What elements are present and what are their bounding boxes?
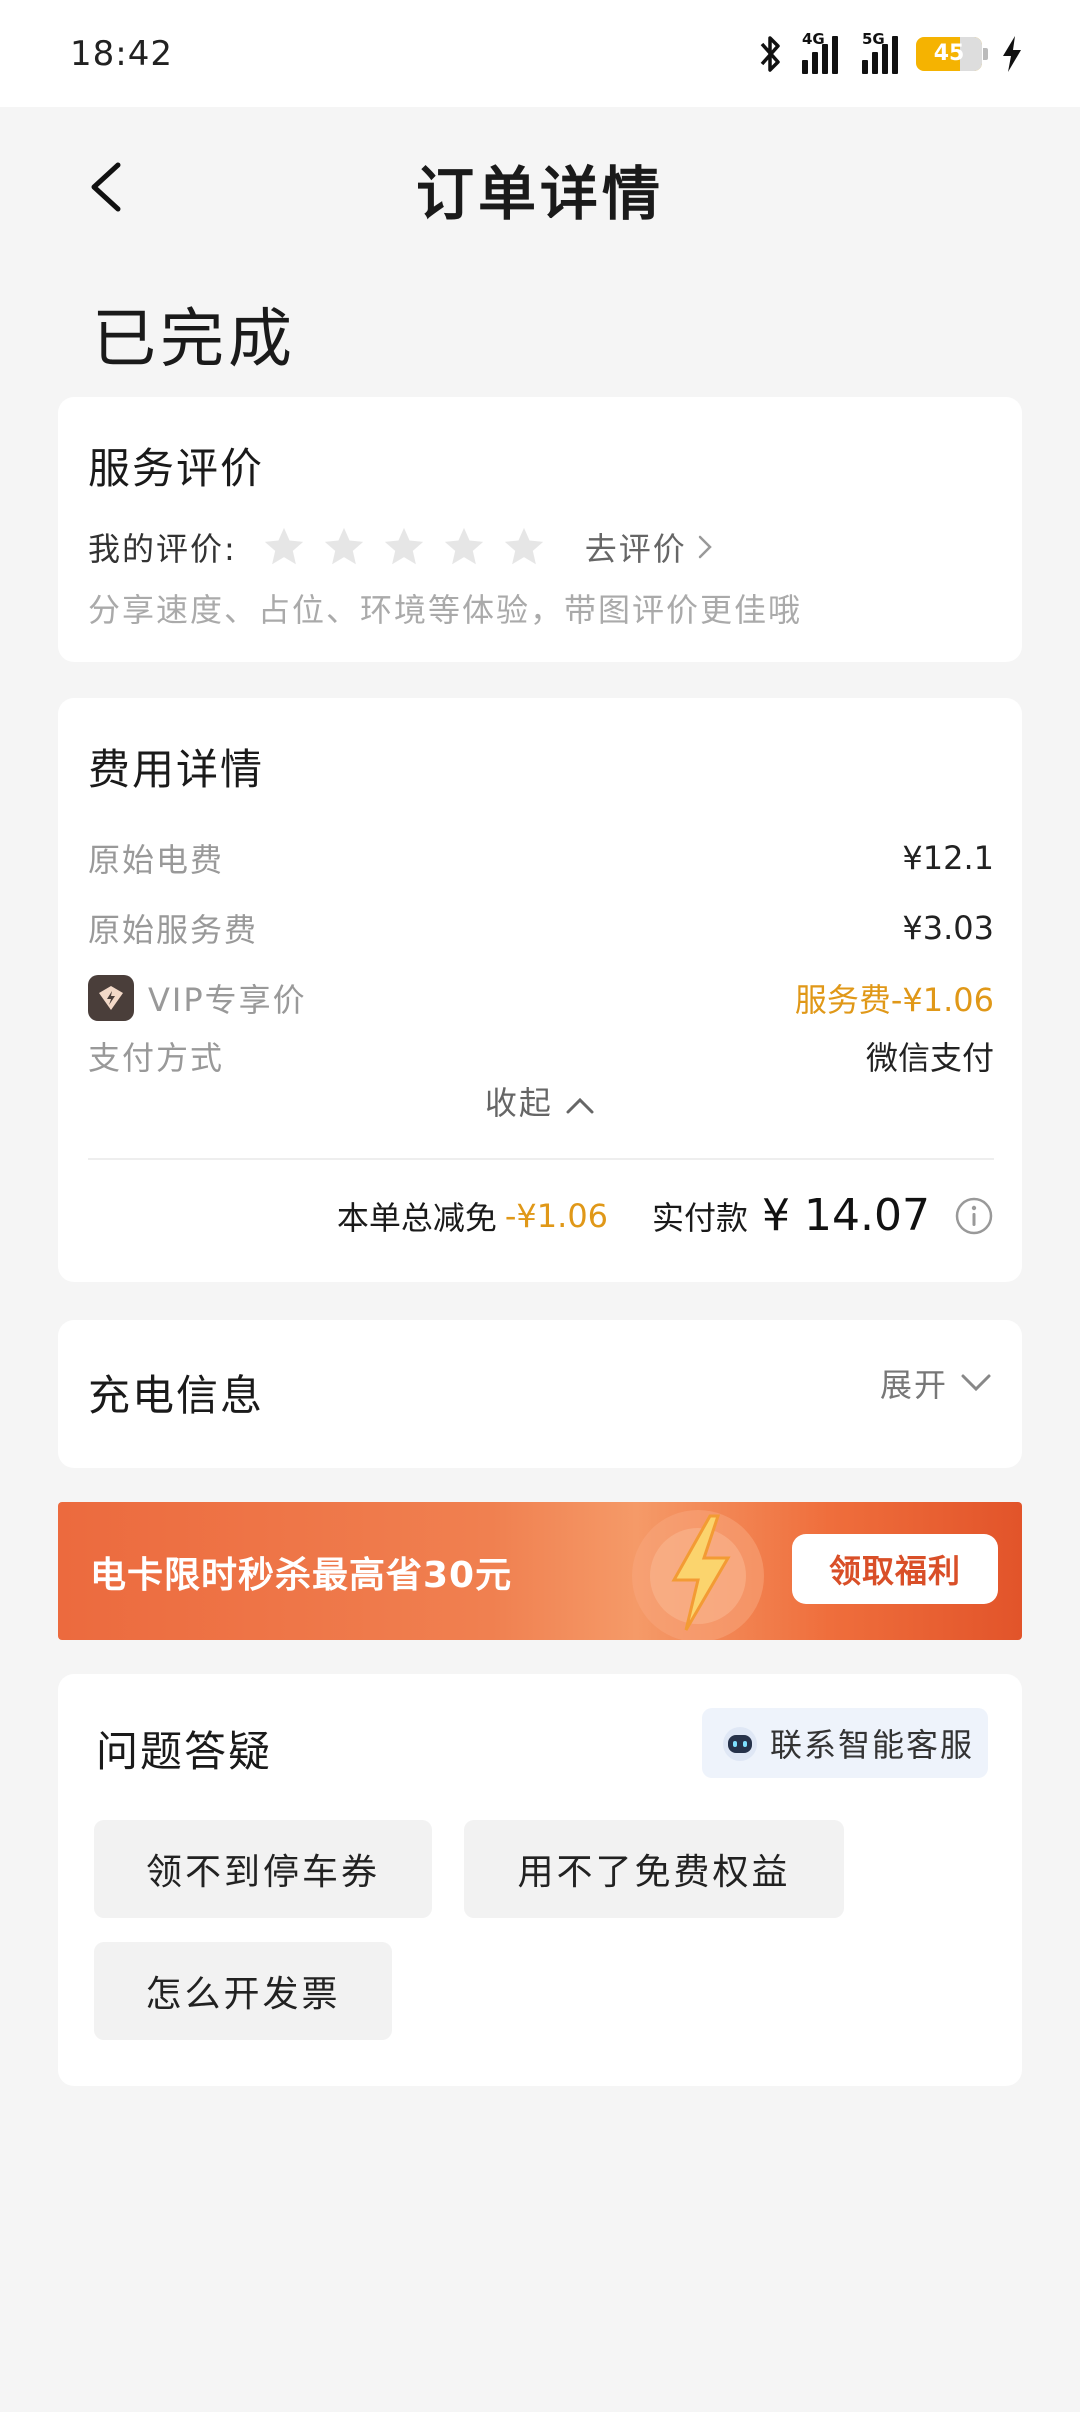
cellular-5g-icon: 5G	[862, 30, 898, 74]
fee-details-title: 费用详情	[88, 745, 265, 794]
contact-support-label: 联系智能客服	[769, 1726, 974, 1764]
star-icon[interactable]	[501, 524, 547, 570]
faq-question-chip[interactable]: 领不到停车券	[94, 1820, 432, 1918]
faq-title: 问题答疑	[96, 1727, 273, 1776]
fee-label: VIP专享价	[148, 981, 307, 1019]
star-icon[interactable]	[441, 524, 487, 570]
status-icons: 4G 5G 45	[758, 30, 1024, 74]
robot-icon	[722, 1727, 757, 1761]
order-status: 已完成	[92, 303, 296, 377]
rating-hint: 分享速度、占位、环境等体验，带图评价更佳哦	[88, 591, 803, 629]
info-icon[interactable]	[954, 1196, 994, 1236]
charging-info-title: 充电信息	[88, 1371, 265, 1420]
chevron-up-icon	[566, 1097, 594, 1114]
fee-row-payment: 支付方式 微信支付	[88, 1030, 994, 1082]
fee-label: 原始电费	[88, 841, 225, 879]
total-row: 本单总减免 -¥1.06 实付款 ¥ 14.07	[337, 1190, 994, 1241]
fee-row-service: 原始服务费 ¥3.03	[88, 902, 994, 954]
fee-value: 微信支付	[865, 1039, 994, 1077]
fee-details-card: 费用详情 原始电费 ¥12.1 原始服务费 ¥3.03 VIP专享价 服务费-¥…	[58, 698, 1022, 1282]
claim-benefit-button[interactable]: 领取福利	[792, 1534, 998, 1604]
rating-row: 我的评价: 去评价	[88, 517, 713, 577]
star-rating[interactable]	[261, 524, 547, 570]
lightning-badge-icon	[632, 1510, 764, 1640]
promo-banner[interactable]: 电卡限时秒杀最高省30元 领取福利	[58, 1502, 1022, 1640]
collapse-toggle[interactable]: 收起	[58, 1078, 1022, 1124]
status-time: 18:42	[70, 33, 173, 74]
expand-toggle[interactable]: 展开	[880, 1360, 992, 1406]
vip-label-group: VIP专享价	[88, 975, 307, 1021]
charging-info-card: 充电信息 展开	[58, 1320, 1022, 1468]
go-rate-link[interactable]: 去评价	[585, 524, 713, 570]
page-title: 订单详情	[415, 160, 664, 228]
expand-label: 展开	[879, 1366, 948, 1404]
battery-icon: 45	[916, 36, 988, 71]
service-rating-card: 服务评价 我的评价: 去评价 分享速度、占位、环境等体验，带图评价更佳哦	[58, 397, 1022, 662]
cellular-4g-icon: 4G	[802, 30, 838, 74]
total-discount-value: -¥1.06	[504, 1196, 609, 1235]
vip-badge-icon	[88, 975, 134, 1021]
star-icon[interactable]	[321, 524, 367, 570]
nav-bar: 订单详情	[0, 107, 1080, 257]
banner-text: 电卡限时秒杀最高省30元	[90, 1555, 513, 1596]
chevron-down-icon	[961, 1374, 991, 1392]
status-bar: 18:42 4G 5G 45	[0, 0, 1080, 107]
go-rate-label: 去评价	[584, 530, 687, 568]
charging-bolt-icon	[1003, 35, 1021, 72]
paid-amount: ¥ 14.07	[762, 1190, 930, 1241]
fee-value-vip: 服务费-¥1.06	[794, 981, 994, 1019]
fee-label: 支付方式	[88, 1039, 225, 1077]
fee-value: ¥3.03	[902, 909, 994, 947]
divider	[88, 1158, 994, 1160]
chevron-right-icon	[698, 535, 712, 559]
star-icon[interactable]	[261, 524, 307, 570]
fee-label: 原始服务费	[88, 911, 259, 949]
service-rating-title: 服务评价	[88, 444, 265, 493]
my-rating-label: 我的评价:	[88, 530, 237, 568]
star-icon[interactable]	[381, 524, 427, 570]
fee-value: ¥12.1	[902, 839, 994, 877]
fee-row-vip: VIP专享价 服务费-¥1.06	[88, 972, 994, 1024]
faq-question-chip[interactable]: 用不了免费权益	[464, 1820, 844, 1918]
total-discount-label: 本单总减免	[336, 1198, 497, 1237]
collapse-label: 收起	[484, 1084, 553, 1122]
contact-support-button[interactable]: 联系智能客服	[701, 1708, 988, 1778]
faq-question-chip[interactable]: 怎么开发票	[94, 1942, 392, 2040]
fee-row-electricity: 原始电费 ¥12.1	[88, 832, 994, 884]
bluetooth-icon	[760, 35, 780, 72]
paid-label: 实付款	[652, 1198, 749, 1237]
faq-card: 问题答疑 联系智能客服 领不到停车券 用不了免费权益 怎么开发票	[58, 1674, 1022, 2086]
